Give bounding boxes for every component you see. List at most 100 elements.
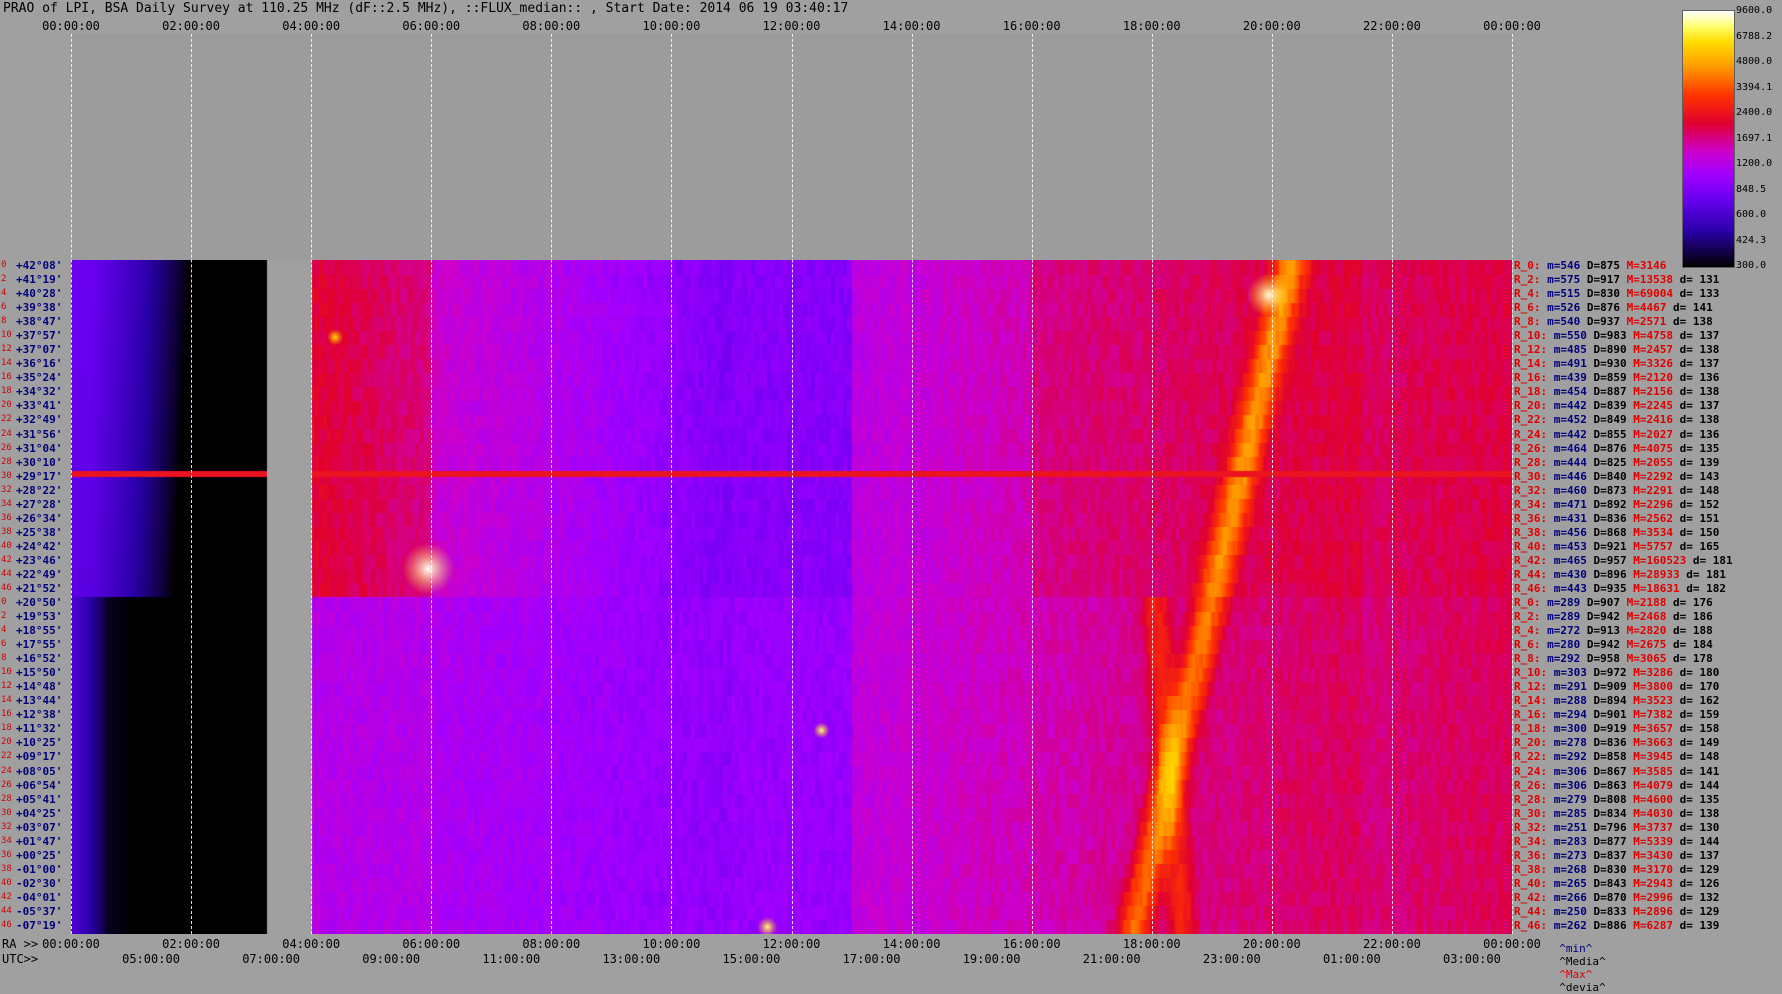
declination-label: -01°00' (16, 862, 63, 876)
declination-label: +24°42' (16, 539, 63, 553)
stat-deviation: d= 158 (1672, 722, 1720, 736)
stat-max: M=3585 (1626, 764, 1673, 778)
stat-row-id: R_0: (1514, 259, 1541, 272)
stat-row-id: R_34: (1514, 497, 1548, 511)
gridline (1271, 34, 1273, 934)
row-stats: R_40: m=453 D=921 M=5757 d= 165 (1514, 540, 1719, 553)
declination-label: +20°50' (16, 596, 63, 609)
ra-tick: 04:00:00 (282, 937, 341, 951)
stat-row-id: R_40: (1514, 876, 1548, 890)
row-stats: R_46: m=443 D=935 M=18631 d= 182 (1514, 582, 1726, 595)
stat-deviation: d= 137 (1672, 848, 1720, 862)
row-stats: R_6: m=280 D=942 M=2675 d= 184 (1514, 638, 1713, 651)
stat-row-id: R_44: (1514, 567, 1548, 581)
declination-label: +08°05' (16, 764, 63, 778)
stat-min: m=526 (1540, 301, 1581, 315)
beam-number: 12 (1, 681, 12, 692)
stat-row-id: R_24: (1514, 427, 1548, 441)
declination-label: +35°24' (16, 371, 63, 385)
stat-deviation: d= 178 (1666, 652, 1713, 666)
stat-median: D=859 (1586, 371, 1627, 385)
stat-min: m=442 (1547, 427, 1587, 441)
stat-min: m=294 (1547, 708, 1587, 722)
beam-number: 6 (1, 302, 7, 313)
utc-top-tick: 00:00:00 (1483, 19, 1541, 33)
row-stats: R_18: m=454 D=887 M=2156 d= 138 (1514, 385, 1719, 398)
stat-median: D=890 (1586, 343, 1627, 357)
row-stats: R_2: m=575 D=917 M=13538 d= 131 (1514, 273, 1719, 286)
beam-number: 36 (1, 849, 12, 860)
utc-bottom-tick: 23:00:00 (1202, 952, 1261, 966)
stat-min: m=278 (1547, 736, 1587, 750)
stat-row-id: R_6: (1514, 638, 1541, 652)
stat-median: D=836 (1586, 511, 1627, 525)
stat-min: m=280 (1540, 638, 1581, 652)
stat-median: D=907 (1580, 596, 1620, 609)
stat-row-id: R_30: (1514, 469, 1548, 483)
stat-max: M=4030 (1626, 806, 1673, 820)
gridline (1151, 34, 1153, 934)
gridline (671, 34, 673, 934)
utc-top-tick: 06:00:00 (402, 19, 461, 33)
stat-deviation: d= 170 (1672, 680, 1720, 694)
ra-tick: 22:00:00 (1363, 937, 1421, 951)
declination-label: +42°08' (16, 259, 63, 272)
stat-max: M=3146 (1620, 259, 1667, 272)
utc-top-tick: 10:00:00 (642, 19, 701, 33)
stat-min: m=303 (1547, 666, 1587, 680)
declination-label: +40°28' (16, 287, 63, 301)
colorbar-level: 1200.0 (1736, 158, 1773, 169)
stat-min: m=471 (1547, 497, 1587, 511)
gridline (311, 34, 313, 934)
stat-median: D=937 (1580, 315, 1620, 329)
stat-deviation: d= 129 (1672, 862, 1720, 876)
stat-row-id: R_32: (1514, 483, 1548, 497)
stat-deviation: d= 133 (1672, 287, 1720, 301)
stat-max: M=2291 (1626, 483, 1673, 497)
utc-bottom-tick: 03:00:00 (1443, 952, 1501, 966)
stat-max: M=69004 (1620, 287, 1673, 301)
beam-number: 4 (1, 288, 7, 299)
row-stats: R_34: m=283 D=877 M=5339 d= 144 (1514, 835, 1719, 848)
stat-max: M=18631 (1626, 581, 1680, 595)
stat-row-id: R_8: (1514, 652, 1541, 666)
stat-max: M=3286 (1626, 666, 1673, 680)
stat-deviation: d= 126 (1672, 876, 1720, 890)
stat-deviation: d= 150 (1672, 525, 1720, 539)
gridline (1031, 34, 1033, 934)
stat-max: M=2468 (1620, 610, 1667, 624)
declination-label: +01°47' (16, 834, 63, 848)
stat-row-id: R_42: (1514, 890, 1548, 904)
beam-number: 28 (1, 456, 12, 467)
utc-bottom-tick: 17:00:00 (842, 952, 901, 966)
stat-legend-min: ^min^ (1559, 942, 1593, 955)
stat-min: m=279 (1547, 792, 1587, 806)
stat-min: m=460 (1547, 483, 1587, 497)
stat-max: M=160523 (1626, 553, 1687, 567)
stat-max: M=4467 (1620, 301, 1667, 315)
ra-tick: 12:00:00 (762, 937, 821, 951)
stat-max: M=2820 (1620, 624, 1667, 638)
stat-median: D=876 (1586, 441, 1627, 455)
beam-number: 22 (1, 414, 12, 425)
stat-median: D=896 (1586, 567, 1627, 581)
declination-label: +39°38' (16, 301, 63, 315)
row-stats: R_8: m=292 D=958 M=3065 d= 178 (1514, 652, 1713, 665)
stat-max: M=2055 (1626, 455, 1673, 469)
stat-min: m=546 (1540, 259, 1581, 272)
declination-label: +10°25' (16, 736, 63, 750)
beam-number: 20 (1, 400, 12, 411)
ra-tick: 14:00:00 (882, 937, 941, 951)
stat-median: D=909 (1586, 680, 1627, 694)
stat-row-id: R_8: (1514, 315, 1541, 329)
stat-min: m=292 (1540, 652, 1581, 666)
colorbar-level: 9600.0 (1736, 5, 1773, 16)
row-stats: R_12: m=485 D=890 M=2457 d= 138 (1514, 343, 1719, 356)
stat-max: M=2245 (1626, 399, 1673, 413)
stat-median: D=875 (1580, 259, 1620, 272)
stat-max: M=2896 (1626, 904, 1673, 918)
declination-label: +29°17' (16, 469, 63, 483)
beam-number: 10 (1, 667, 12, 678)
declination-label: +27°28' (16, 497, 63, 511)
stat-max: M=5339 (1626, 834, 1673, 848)
